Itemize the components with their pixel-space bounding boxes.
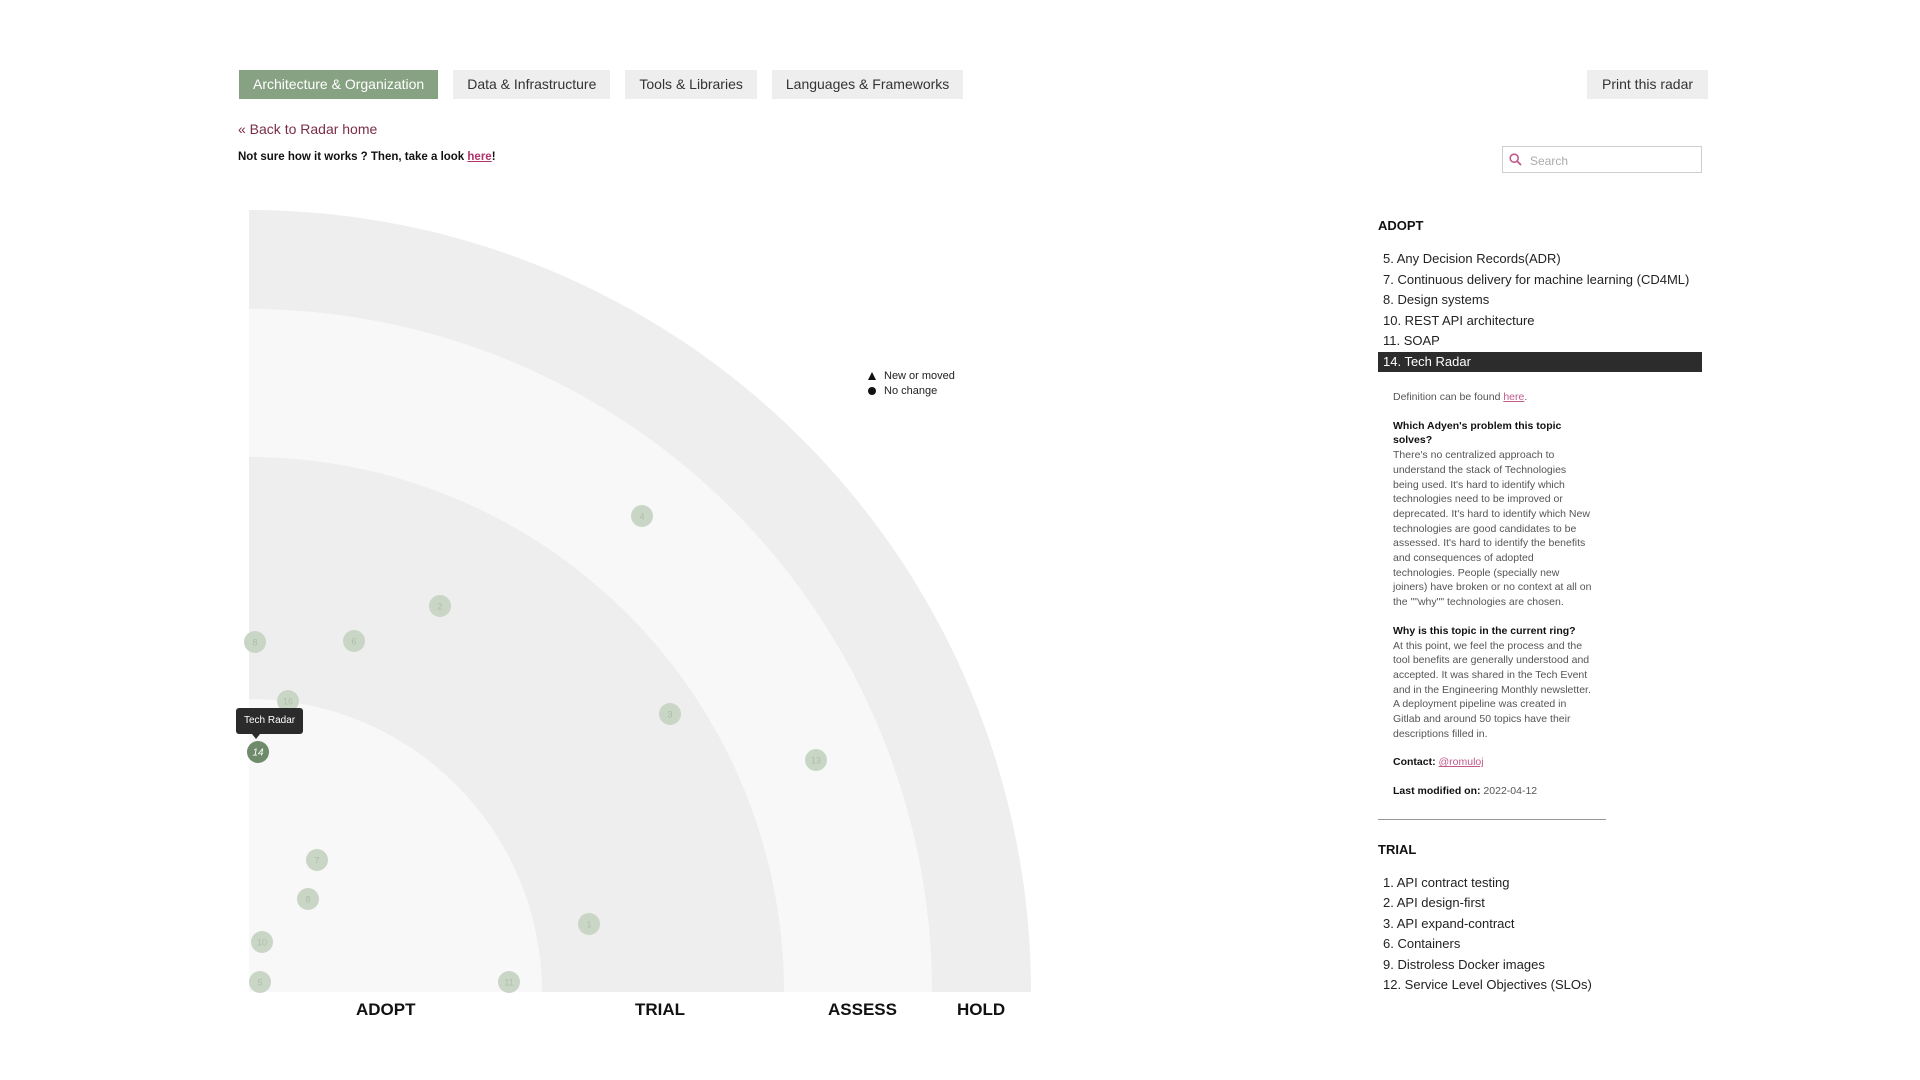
definition-suffix: .: [1524, 391, 1528, 403]
modified-value: 2022-04-12: [1483, 785, 1538, 798]
blip-label: 10: [257, 938, 267, 948]
search-icon: [1509, 153, 1522, 166]
legend-no-change: No change: [868, 383, 955, 398]
print-radar-button[interactable]: Print this radar: [1587, 70, 1709, 99]
list-item[interactable]: 7. Continuous delivery for machine learn…: [1378, 270, 1702, 291]
blip-label: 6: [351, 637, 356, 647]
blip[interactable]: 6: [343, 630, 365, 652]
trial-list: 1. API contract testing 2. API design-fi…: [1378, 873, 1702, 996]
contact-link[interactable]: @romuloj: [1439, 756, 1484, 768]
problem-question: Which Adyen's problem this topic solves?: [1393, 419, 1562, 447]
hint-text: Not sure how it works ? Then, take a loo…: [238, 151, 468, 163]
blip-label: 3: [667, 710, 672, 720]
quadrant-tabs: Architecture & Organization Data & Infra…: [239, 70, 964, 99]
ring-label-adopt: ADOPT: [356, 1000, 416, 1019]
blip[interactable]: 7: [306, 849, 328, 871]
triangle-icon: [868, 371, 876, 380]
ring-label-assess: ASSESS: [828, 1000, 897, 1019]
blip-label: 16: [283, 697, 293, 707]
blip-label: 8: [305, 895, 310, 905]
blip-label: 4: [639, 512, 644, 522]
blip-label: 13: [811, 756, 821, 766]
blip-selected[interactable]: 14: [247, 741, 269, 763]
blip[interactable]: 3: [659, 703, 681, 725]
blip-tooltip: Tech Radar: [236, 708, 304, 739]
topic-detail: Definition can be found here. Which Adye…: [1378, 390, 1593, 799]
blip[interactable]: 8: [244, 631, 266, 653]
list-item-selected[interactable]: 14. Tech Radar: [1378, 351, 1702, 372]
modified-line: Last modified on: 2022-04-12: [1393, 784, 1593, 799]
list-item[interactable]: 2. API design-first: [1378, 893, 1702, 914]
blip-label: 11: [504, 978, 513, 988]
search-input[interactable]: [1528, 147, 1702, 174]
hint-suffix: !: [491, 151, 496, 163]
adopt-list: 5. Any Decision Records(ADR) 7. Continuo…: [1378, 249, 1702, 372]
tab-tools-libraries[interactable]: Tools & Libraries: [625, 70, 757, 99]
legend-new-label: New or moved: [884, 369, 955, 382]
contact-label: Contact:: [1393, 756, 1436, 769]
tab-data-infrastructure[interactable]: Data & Infrastructure: [453, 70, 611, 99]
legend-new-or-moved: New or moved: [868, 368, 955, 383]
blip-label: 14: [252, 748, 264, 759]
ring-question: Why is this topic in the current ring?: [1393, 624, 1576, 637]
problem-block: Which Adyen's problem this topic solves?…: [1393, 419, 1593, 610]
blip[interactable]: 4: [631, 505, 653, 527]
list-item[interactable]: 9. Distroless Docker images: [1378, 955, 1702, 976]
blip-label: 2: [437, 602, 442, 612]
modified-label: Last modified on:: [1393, 785, 1481, 798]
tooltip-arrow: [252, 734, 260, 739]
ring-block: Why is this topic in the current ring? At…: [1393, 624, 1593, 742]
blip-label: 5: [257, 978, 262, 988]
radar-chart: 428 6161431378105 111: [244, 210, 1031, 993]
blip[interactable]: 2: [429, 595, 451, 617]
how-it-works-hint: Not sure how it works ? Then, take a loo…: [238, 151, 496, 163]
blip-label: 7: [314, 856, 319, 866]
section-title-trial: TRIAL: [1378, 841, 1417, 857]
circle-icon: [868, 386, 876, 395]
legend-no-change-label: No change: [884, 384, 938, 397]
tab-languages-frameworks[interactable]: Languages & Frameworks: [771, 70, 964, 99]
blip-label: 8: [252, 638, 257, 648]
search-box: [1502, 146, 1702, 174]
list-item[interactable]: 6. Containers: [1378, 934, 1702, 955]
problem-answer: There's no centralized approach to under…: [1393, 449, 1592, 609]
how-it-works-link[interactable]: here: [467, 151, 491, 163]
ring-label-trial: TRIAL: [635, 1000, 686, 1019]
blip[interactable]: 11: [498, 971, 520, 993]
list-item[interactable]: 8. Design systems: [1378, 290, 1702, 311]
blip[interactable]: 8: [297, 888, 319, 910]
tab-architecture-organization[interactable]: Architecture & Organization: [239, 70, 439, 99]
divider: [1378, 818, 1606, 820]
section-title-adopt: ADOPT: [1378, 218, 1424, 233]
definition-text: Definition can be found: [1393, 391, 1504, 403]
blip[interactable]: 1: [578, 913, 600, 935]
back-to-radar-home-link[interactable]: « Back to Radar home: [238, 121, 377, 137]
list-item[interactable]: 1. API contract testing: [1378, 873, 1702, 894]
sidebar: ADOPT 5. Any Decision Records(ADR) 7. Co…: [1378, 218, 1702, 996]
ring-label-hold: HOLD: [957, 1000, 1006, 1019]
contact-line: Contact: @romuloj: [1393, 755, 1593, 770]
ring-answer: At this point, we feel the process and t…: [1393, 639, 1591, 740]
list-item[interactable]: 10. REST API architecture: [1378, 311, 1702, 332]
list-item[interactable]: 12. Service Level Objectives (SLOs): [1378, 975, 1702, 996]
blip[interactable]: 13: [805, 749, 827, 771]
definition-link[interactable]: here: [1503, 391, 1524, 403]
definition-line: Definition can be found here.: [1393, 390, 1593, 405]
blip[interactable]: 5: [249, 971, 271, 993]
list-item[interactable]: 5. Any Decision Records(ADR): [1378, 249, 1702, 270]
blip-label: 1: [586, 920, 591, 930]
list-item[interactable]: 11. SOAP: [1378, 331, 1702, 352]
legend: New or moved No change: [868, 368, 955, 398]
tooltip-text: Tech Radar: [244, 715, 296, 726]
list-item[interactable]: 3. API expand-contract: [1378, 914, 1702, 935]
blip[interactable]: 10: [251, 931, 273, 953]
